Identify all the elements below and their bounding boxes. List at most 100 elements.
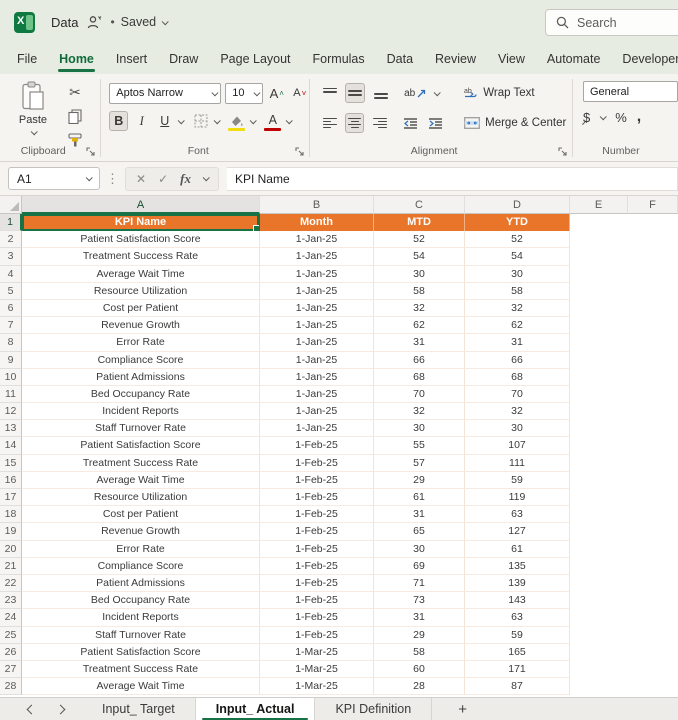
decrease-indent-button[interactable] xyxy=(401,113,420,133)
empty-cell[interactable] xyxy=(570,403,628,421)
borders-chevron-icon[interactable] xyxy=(213,116,222,124)
empty-cell[interactable] xyxy=(570,523,628,541)
empty-cell[interactable] xyxy=(570,506,628,524)
cell-B14[interactable]: 1-Feb-25 xyxy=(260,437,374,455)
cell-D19[interactable]: 127 xyxy=(465,523,570,541)
borders-button[interactable] xyxy=(191,111,210,131)
font-name-select[interactable]: Aptos Narrow xyxy=(109,82,222,104)
row-header-8[interactable]: 8 xyxy=(0,334,22,352)
cell-B26[interactable]: 1-Mar-25 xyxy=(260,643,374,661)
cell-D5[interactable]: 58 xyxy=(465,282,570,300)
cell-B24[interactable]: 1-Feb-25 xyxy=(260,609,374,627)
cell-C25[interactable]: 29 xyxy=(374,626,465,644)
cell-B8[interactable]: 1-Jan-25 xyxy=(260,334,374,352)
cell-D9[interactable]: 66 xyxy=(465,351,570,369)
row-header-18[interactable]: 18 xyxy=(0,506,22,524)
cell-A4[interactable]: Average Wait Time xyxy=(22,265,260,283)
empty-cell[interactable] xyxy=(628,506,678,524)
row-header-10[interactable]: 10 xyxy=(0,368,22,386)
ribbon-tab-home[interactable]: Home xyxy=(48,44,105,74)
align-left-button[interactable] xyxy=(320,113,339,133)
empty-cell[interactable] xyxy=(570,248,628,266)
cell-B13[interactable]: 1-Jan-25 xyxy=(260,420,374,438)
empty-cell[interactable] xyxy=(570,351,628,369)
cell-A19[interactable]: Revenue Growth xyxy=(22,523,260,541)
formula-bar-handle[interactable]: ⋮ xyxy=(106,171,119,187)
cell-A5[interactable]: Resource Utilization xyxy=(22,282,260,300)
number-format-select[interactable]: General xyxy=(582,81,678,102)
row-header-28[interactable]: 28 xyxy=(0,678,22,696)
cell-A12[interactable]: Incident Reports xyxy=(22,403,260,421)
accounting-format-button[interactable]: $ xyxy=(583,110,590,125)
empty-cell[interactable] xyxy=(570,420,628,438)
cell-D13[interactable]: 30 xyxy=(465,420,570,438)
empty-cell[interactable] xyxy=(570,574,628,593)
cell-A10[interactable]: Patient Admissions xyxy=(22,368,260,386)
row-header-17[interactable]: 17 xyxy=(0,489,22,507)
empty-cell[interactable] xyxy=(570,317,628,335)
cell-D20[interactable]: 61 xyxy=(465,540,570,558)
comma-style-button[interactable]: , xyxy=(637,108,641,126)
cell-A11[interactable]: Bed Occupancy Rate xyxy=(22,385,260,404)
cell-B27[interactable]: 1-Mar-25 xyxy=(260,660,374,679)
ribbon-tab-developer[interactable]: Developer xyxy=(611,44,678,74)
cell-B10[interactable]: 1-Jan-25 xyxy=(260,368,374,386)
cell-A26[interactable]: Patient Satisfaction Score xyxy=(22,643,260,661)
row-header-22[interactable]: 22 xyxy=(0,574,22,593)
empty-cell[interactable] xyxy=(570,385,628,404)
fill-color-button[interactable] xyxy=(227,111,246,131)
empty-cell[interactable] xyxy=(628,660,678,679)
formula-input[interactable]: KPI Name xyxy=(226,166,678,191)
save-status-menu[interactable]: Saved xyxy=(121,15,169,29)
empty-cell[interactable] xyxy=(570,454,628,472)
empty-cell[interactable] xyxy=(628,231,678,249)
cell-C12[interactable]: 32 xyxy=(374,403,465,421)
cell-C19[interactable]: 65 xyxy=(374,523,465,541)
cell-D7[interactable]: 62 xyxy=(465,317,570,335)
enter-icon[interactable]: ✓ xyxy=(158,172,168,186)
empty-cell[interactable] xyxy=(570,299,628,318)
row-header-3[interactable]: 3 xyxy=(0,248,22,266)
row-header-19[interactable]: 19 xyxy=(0,523,22,541)
document-title[interactable]: Data xyxy=(51,15,78,30)
align-top-button[interactable] xyxy=(320,83,339,103)
cell-A8[interactable]: Error Rate xyxy=(22,334,260,352)
cell-A24[interactable]: Incident Reports xyxy=(22,609,260,627)
empty-cell[interactable] xyxy=(628,471,678,489)
cell-B18[interactable]: 1-Feb-25 xyxy=(260,506,374,524)
percent-style-button[interactable]: % xyxy=(615,110,627,125)
cell-A16[interactable]: Average Wait Time xyxy=(22,471,260,489)
cell-C1[interactable]: MTD xyxy=(374,214,465,232)
prev-sheet-icon[interactable] xyxy=(26,704,37,714)
fx-chevron-icon[interactable] xyxy=(202,174,210,182)
cell-D12[interactable]: 32 xyxy=(465,403,570,421)
cell-C3[interactable]: 54 xyxy=(374,248,465,266)
row-header-26[interactable]: 26 xyxy=(0,643,22,661)
ribbon-tab-review[interactable]: Review xyxy=(424,44,487,74)
cell-D1[interactable]: YTD xyxy=(465,214,570,232)
empty-cell[interactable] xyxy=(628,626,678,644)
empty-cell[interactable] xyxy=(628,351,678,369)
cell-B9[interactable]: 1-Jan-25 xyxy=(260,351,374,369)
share-people-icon[interactable] xyxy=(87,15,103,29)
cell-C24[interactable]: 31 xyxy=(374,609,465,627)
cell-D28[interactable]: 87 xyxy=(465,678,570,696)
row-header-13[interactable]: 13 xyxy=(0,420,22,438)
row-header-16[interactable]: 16 xyxy=(0,471,22,489)
orientation-chevron-icon[interactable] xyxy=(433,88,441,96)
cell-A3[interactable]: Treatment Success Rate xyxy=(22,248,260,266)
cell-D11[interactable]: 70 xyxy=(465,385,570,404)
ribbon-tab-formulas[interactable]: Formulas xyxy=(302,44,376,74)
italic-button[interactable]: I xyxy=(132,111,151,131)
font-dialog-launcher[interactable] xyxy=(295,147,304,156)
row-header-9[interactable]: 9 xyxy=(0,351,22,369)
cell-B11[interactable]: 1-Jan-25 xyxy=(260,385,374,404)
column-header-E[interactable]: E xyxy=(570,196,628,214)
cell-B28[interactable]: 1-Mar-25 xyxy=(260,678,374,696)
cell-D3[interactable]: 54 xyxy=(465,248,570,266)
empty-cell[interactable] xyxy=(628,385,678,404)
empty-cell[interactable] xyxy=(570,540,628,558)
ribbon-tab-automate[interactable]: Automate xyxy=(536,44,612,74)
increase-indent-button[interactable] xyxy=(426,113,445,133)
row-header-21[interactable]: 21 xyxy=(0,557,22,575)
